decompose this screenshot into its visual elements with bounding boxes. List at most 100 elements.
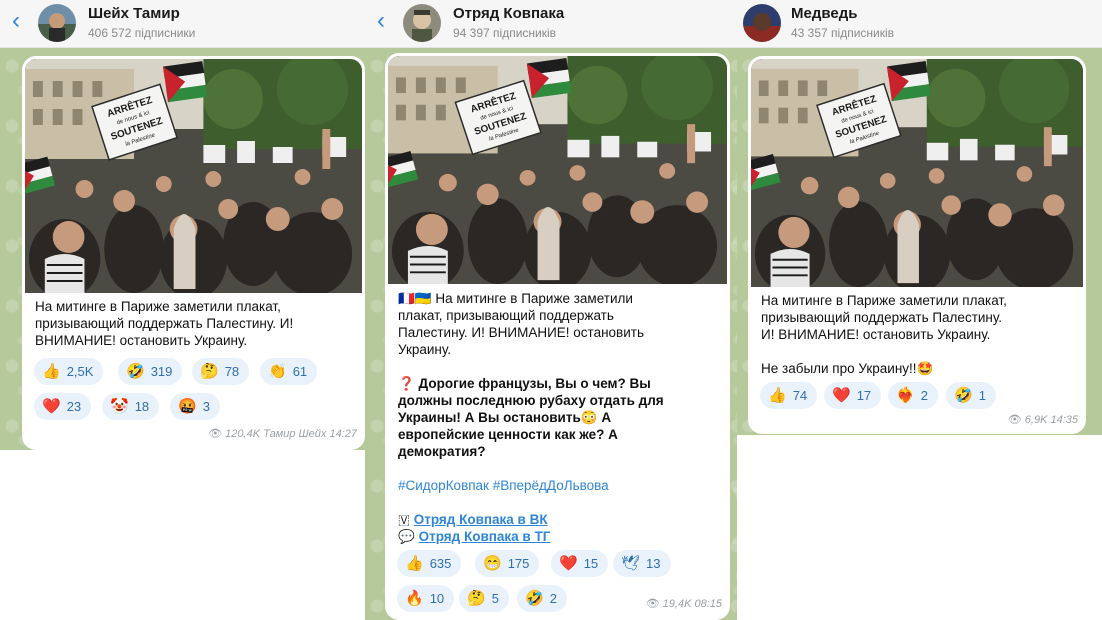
reaction-dove[interactable]: 🕊 13 [613,550,671,577]
chat-header: Медведь 43 357 підписників [737,0,1102,48]
message-text: На митинге в Париже заметили плакат, при… [761,292,1076,377]
post-time: 14:35 [1050,414,1078,426]
protest-photo[interactable]: ARRÊTEZ de nous & ici SOUTENEZ la Palest… [751,59,1083,287]
vk-icon: 🇻 [398,512,410,527]
message-meta: 👁 19,4K 08:15 [646,597,722,610]
channel-avatar[interactable] [743,4,781,42]
channel-avatar[interactable] [403,4,441,42]
message-meta: 👁 120,4K Тамир Шейх 14:27 [208,427,357,440]
hashtags[interactable]: #СидорКовпак #ВперёдДоЛьвова [398,477,720,494]
red-heart-icon: ❤️ [559,555,578,572]
reaction-thumbs-up[interactable]: 👍 2,5K [34,358,104,385]
channel-panel-sheikh-tamir: ‹ Шейх Тамир 406 572 підписники ARRÊTEZ … [0,0,367,450]
vk-link[interactable]: Отряд Ковпака в ВК [414,512,548,527]
subscriber-count: 406 572 підписники [88,26,196,40]
reaction-bar: 👍 2,5K 🤣 319 🤔 78 👏 61 ❤️ 23 🤡 18 🤬 3 [34,358,357,420]
post-time: 14:27 [329,428,357,440]
reaction-rofl[interactable]: 🤣 2 [517,585,567,612]
reaction-count: 2 [549,591,557,606]
message-line: И! ВНИМАНИЕ! остановить Украину. [761,327,991,342]
reaction-count: 23 [66,399,82,414]
message-line: Не забыли про Украину!!🤩 [761,361,934,376]
clapping-hands-icon: 👏 [268,363,287,380]
message-bubble[interactable]: ARRÊTEZ de nous & ici SOUTENEZ la Palest… [22,56,365,450]
fire-icon: 🔥 [405,590,424,607]
reaction-count: 1 [978,388,986,403]
question-line: европейские ценности как же? А [398,427,618,442]
reaction-count: 175 [507,556,530,571]
thumbs-up-icon: 👍 [768,387,787,404]
reaction-count: 15 [583,556,599,571]
back-chevron-icon[interactable]: ‹ [377,9,385,33]
reaction-count: 78 [224,364,240,379]
chat-header: ‹ Шейх Тамир 406 572 підписники [0,0,367,48]
protest-photo-image: ARRÊTEZ de nous & ici SOUTENEZ la Palest… [25,59,362,293]
message-bubble[interactable]: ARRÊTEZ de nous & ici SOUTENEZ la Palest… [385,53,730,620]
channel-panel-kovpak: ‹ Отряд Ковпака 94 397 підписників ARRÊT… [365,0,737,620]
subscriber-count: 43 357 підписників [791,26,895,40]
eye-icon: 👁 [208,428,223,440]
reaction-count: 3 [202,399,210,414]
reaction-swearing[interactable]: 🤬 3 [170,393,220,420]
view-count: 19,4K [662,598,692,610]
eye-icon: 👁 [1007,414,1022,426]
screenshot-collage: ‹ Шейх Тамир 406 572 підписники ARRÊTEZ … [0,0,1102,620]
reaction-count: 2,5K [66,364,94,379]
message-text: 🇫🇷🇺🇦 На митинге в Париже заметили плакат… [398,290,720,545]
tg-link[interactable]: Отряд Ковпака в ТГ [419,529,551,544]
post-time: 08:15 [694,598,722,610]
protest-photo[interactable]: ARRÊTEZ de nous & ici SOUTENEZ la Palest… [388,56,727,284]
message-bubble[interactable]: ARRÊTEZ de nous & ici SOUTENEZ la Palest… [748,56,1086,434]
reaction-fire[interactable]: 🔥 10 [397,585,455,612]
reaction-heart[interactable]: ❤️ 23 [34,393,92,420]
reaction-thumbs-up[interactable]: 👍 635 [397,550,462,577]
thumbs-up-icon: 👍 [42,363,61,380]
thumbs-up-icon: 👍 [405,555,424,572]
eye-icon: 👁 [645,598,660,610]
chat-header: ‹ Отряд Ковпака 94 397 підписників [365,0,737,48]
reaction-clown[interactable]: 🤡 18 [102,393,160,420]
channel-title: Отряд Ковпака [453,5,565,22]
subscriber-count: 94 397 підписників [453,26,557,40]
reaction-grin[interactable]: 😁 175 [475,550,540,577]
back-chevron-icon[interactable]: ‹ [12,9,20,33]
reaction-count: 5 [491,591,499,606]
message-line: призывающий поддержать Палестину. [761,310,1003,325]
reaction-heart[interactable]: ❤️ 15 [551,550,609,577]
message-meta: 👁 6,9K 14:35 [1008,413,1078,426]
message-line: Украину. [398,342,452,357]
reaction-rofl[interactable]: 🤣 1 [946,382,996,409]
swearing-face-icon: 🤬 [178,398,197,415]
dove-icon: 🕊 [621,555,641,572]
view-count: 120,4K [225,428,261,440]
question-line: ❓ Дорогие французы, Вы о чем? Вы [398,376,651,391]
protest-photo-image: ARRÊTEZ de nous & ici SOUTENEZ la Palest… [388,56,727,284]
message-line: ВНИМАНИЕ! остановить Украину. [35,333,248,348]
reaction-thinking[interactable]: 🤔 78 [192,358,250,385]
reaction-count: 10 [429,591,445,606]
channel-title: Медведь [791,5,858,22]
speech-bubble-icon: 💬 [398,529,415,544]
message-line: 🇫🇷🇺🇦 На митинге в Париже заметили [398,291,633,306]
reaction-count: 635 [429,556,452,571]
reaction-heart-on-fire[interactable]: ❤️‍🔥 2 [888,382,938,409]
message-text: На митинге в Париже заметили плакат, при… [35,298,355,349]
protest-photo-image: ARRÊTEZ de nous & ici SOUTENEZ la Palest… [751,59,1083,287]
reaction-rofl[interactable]: 🤣 319 [118,358,183,385]
reaction-count: 74 [792,388,808,403]
channel-avatar[interactable] [38,4,76,42]
reaction-thumbs-up[interactable]: 👍 74 [760,382,818,409]
reaction-clap[interactable]: 👏 61 [260,358,318,385]
reaction-count: 17 [856,388,872,403]
reaction-count: 61 [292,364,308,379]
red-heart-icon: ❤️ [42,398,61,415]
reaction-count: 319 [150,364,173,379]
reaction-thinking[interactable]: 🤔 5 [459,585,509,612]
reaction-bar: 👍 74 ❤️ 17 ❤️‍🔥 2 🤣 1 [760,382,1078,410]
channel-title: Шейх Тамир [88,5,180,22]
question-line: демократия? [398,444,486,459]
protest-photo[interactable]: ARRÊTEZ de nous & ici SOUTENEZ la Palest… [25,59,362,293]
reaction-heart[interactable]: ❤️ 17 [824,382,882,409]
message-line: призывающий поддержать Палестину. И! [35,316,294,331]
message-line: плакат, призывающий поддержать [398,308,614,323]
